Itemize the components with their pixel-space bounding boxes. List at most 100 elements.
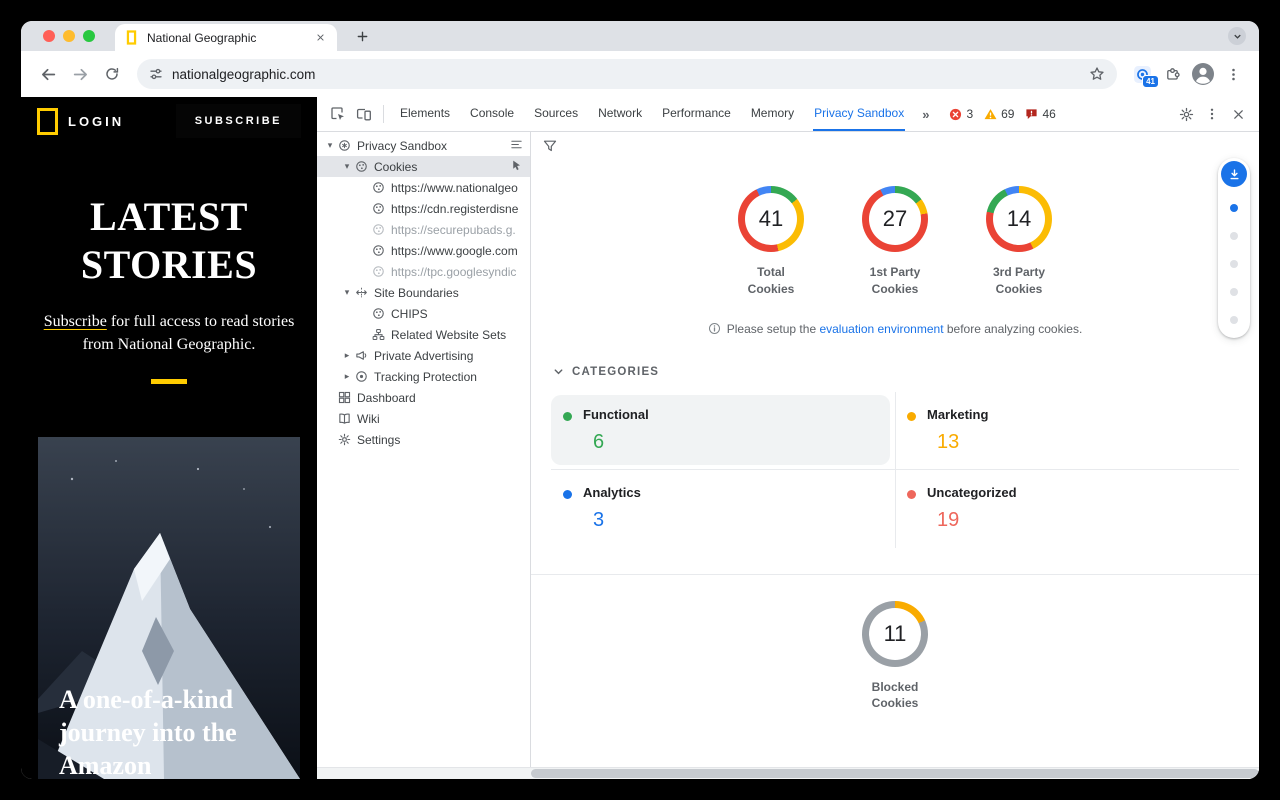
tree-item-cookie-url-nationalgeographic[interactable]: https://www.nationalgeo	[317, 177, 530, 198]
tree-item-privacy-sandbox[interactable]: ▾Privacy Sandbox	[317, 135, 530, 156]
category-card-uncategorized[interactable]: Uncategorized19	[895, 470, 1239, 548]
devtools-menu-kebab-icon[interactable]	[1199, 101, 1225, 127]
subscribe-paragraph-rest: for full access to read stories from Nat…	[83, 313, 295, 353]
site-settings-icon[interactable]	[149, 67, 163, 81]
tree-item-cookie-url-google[interactable]: https://www.google.com	[317, 240, 530, 261]
donut-label: 3rd Party Cookies	[984, 264, 1054, 298]
tree-item-cookies[interactable]: ▾ Cookies	[317, 156, 530, 177]
tab-search-button[interactable]	[1228, 27, 1246, 45]
nav-dot[interactable]	[1230, 316, 1238, 324]
devtools-tab-performance[interactable]: Performance	[652, 97, 741, 131]
subscribe-button[interactable]: SUBSCRIBE	[176, 104, 301, 138]
donut-value: 27	[883, 206, 907, 232]
tracking-protection-icon	[354, 370, 369, 384]
devtools-tabs: ElementsConsoleSourcesNetworkPerformance…	[390, 97, 914, 131]
download-report-button[interactable]	[1221, 161, 1247, 187]
scrollbar-thumb[interactable]	[531, 769, 1259, 778]
back-button[interactable]	[33, 59, 63, 89]
profile-avatar[interactable]	[1189, 60, 1217, 88]
setup-note-text: Please setup the evaluation environment …	[727, 322, 1083, 336]
settings-icon	[337, 433, 352, 447]
login-link[interactable]: LOGIN	[68, 114, 124, 129]
tree-item-label: Cookies	[374, 160, 417, 174]
console-warnings-badge[interactable]: 69	[984, 107, 1014, 121]
devtools-tab-console[interactable]: Console	[460, 97, 524, 131]
site-boundaries-icon	[354, 286, 369, 300]
tree-arrow-right-icon[interactable]: ▸	[340, 350, 354, 361]
more-tabs-button[interactable]: »	[914, 107, 938, 122]
close-window-button[interactable]	[43, 30, 55, 42]
category-card-analytics[interactable]: Analytics3	[551, 470, 895, 548]
address-bar[interactable]: nationalgeographic.com	[137, 59, 1117, 89]
devtools-close-icon[interactable]	[1225, 101, 1251, 127]
inspect-element-icon[interactable]	[325, 101, 351, 127]
extensions-puzzle-icon[interactable]	[1159, 60, 1187, 88]
subscribe-paragraph: Subscribe for full access to read storie…	[43, 310, 295, 356]
device-toolbar-icon[interactable]	[351, 101, 377, 127]
devtools-tab-elements[interactable]: Elements	[390, 97, 460, 131]
category-card-marketing[interactable]: Marketing13	[895, 392, 1239, 470]
categories-section-header[interactable]: CATEGORIES	[553, 366, 1259, 378]
tree-item-chips[interactable]: CHIPS	[317, 303, 530, 324]
category-card-functional[interactable]: Functional6	[551, 392, 895, 470]
tree-item-cookie-url-registerdisney[interactable]: https://cdn.registerdisne	[317, 198, 530, 219]
tree-arrow-down-icon[interactable]: ▾	[340, 161, 354, 172]
devtools-tab-network[interactable]: Network	[588, 97, 652, 131]
privacy-sandbox-icon	[337, 139, 352, 153]
tree-item-related-website-sets[interactable]: Related Website Sets	[317, 324, 530, 345]
devtools-settings-gear-icon[interactable]	[1173, 101, 1199, 127]
tab-close-icon[interactable]	[312, 30, 328, 46]
devtools-tab-memory[interactable]: Memory	[741, 97, 804, 131]
categories-header-label: CATEGORIES	[572, 366, 659, 378]
tree-item-cookie-url-googlesyndication[interactable]: https://tpc.googlesyndic	[317, 261, 530, 282]
tree-item-tracking-protection[interactable]: ▸Tracking Protection	[317, 366, 530, 387]
forward-button[interactable]	[65, 59, 95, 89]
console-errors-badge[interactable]: 3	[949, 107, 973, 121]
new-tab-button[interactable]	[351, 25, 373, 47]
nav-dot[interactable]	[1230, 288, 1238, 296]
privacy-sandbox-extension-button[interactable]: 41	[1127, 59, 1157, 89]
issues-badge[interactable]: 46	[1025, 107, 1055, 121]
donut-value: 14	[1007, 206, 1031, 232]
natgeo-favicon-icon	[124, 30, 139, 45]
nav-dot[interactable]	[1230, 232, 1238, 240]
tree-item-site-boundaries[interactable]: ▾Site Boundaries	[317, 282, 530, 303]
donut-ring: 11	[862, 601, 928, 667]
donut-value: 41	[759, 206, 783, 232]
hero-caption: A one-of-a-kind journey into the Amazon	[59, 683, 287, 779]
menu-icon[interactable]	[510, 138, 523, 154]
hero-image[interactable]: A one-of-a-kind journey into the Amazon	[38, 437, 300, 779]
dashboard-icon	[337, 391, 352, 405]
tree-arrow-down-icon[interactable]: ▾	[340, 287, 354, 298]
evaluation-environment-link[interactable]: evaluation environment	[819, 322, 943, 336]
tree-item-dashboard[interactable]: Dashboard	[317, 387, 530, 408]
minimize-window-button[interactable]	[63, 30, 75, 42]
subscribe-link[interactable]: Subscribe	[44, 313, 107, 330]
maximize-window-button[interactable]	[83, 30, 95, 42]
bookmark-star-icon[interactable]	[1089, 66, 1105, 82]
tree-arrow-right-icon[interactable]: ▸	[340, 371, 354, 382]
filter-funnel-icon[interactable]	[543, 139, 557, 158]
url-text[interactable]: nationalgeographic.com	[172, 67, 1080, 82]
devtools-tab-sources[interactable]: Sources	[524, 97, 588, 131]
horizontal-scrollbar[interactable]	[317, 767, 1259, 779]
inspect-cursor-icon[interactable]	[510, 159, 523, 175]
browser-tab[interactable]: National Geographic	[115, 24, 337, 51]
tree-item-wiki[interactable]: Wiki	[317, 408, 530, 429]
tree-arrow-down-icon[interactable]: ▾	[323, 140, 337, 151]
category-label: Marketing	[927, 407, 1239, 422]
tree-item-settings[interactable]: Settings	[317, 429, 530, 450]
natgeo-logo-icon[interactable]	[37, 108, 58, 135]
devtools-tab-privacy-sandbox[interactable]: Privacy Sandbox	[804, 97, 914, 131]
browser-menu-kebab-icon[interactable]	[1219, 60, 1247, 88]
extension-badge: 41	[1142, 75, 1159, 88]
tree-item-private-advertising[interactable]: ▸Private Advertising	[317, 345, 530, 366]
reload-button[interactable]	[97, 59, 127, 89]
nav-dot[interactable]	[1230, 260, 1238, 268]
tree-item-cookie-url-securepubads[interactable]: https://securepubads.g.	[317, 219, 530, 240]
nav-dot[interactable]	[1230, 204, 1238, 212]
donut-blocked-cookies: 11 Blocked Cookies	[853, 601, 937, 713]
tree-item-label: https://cdn.registerdisne	[391, 202, 518, 216]
tree-item-label: https://www.google.com	[391, 244, 518, 258]
chevron-down-icon[interactable]	[553, 366, 564, 377]
